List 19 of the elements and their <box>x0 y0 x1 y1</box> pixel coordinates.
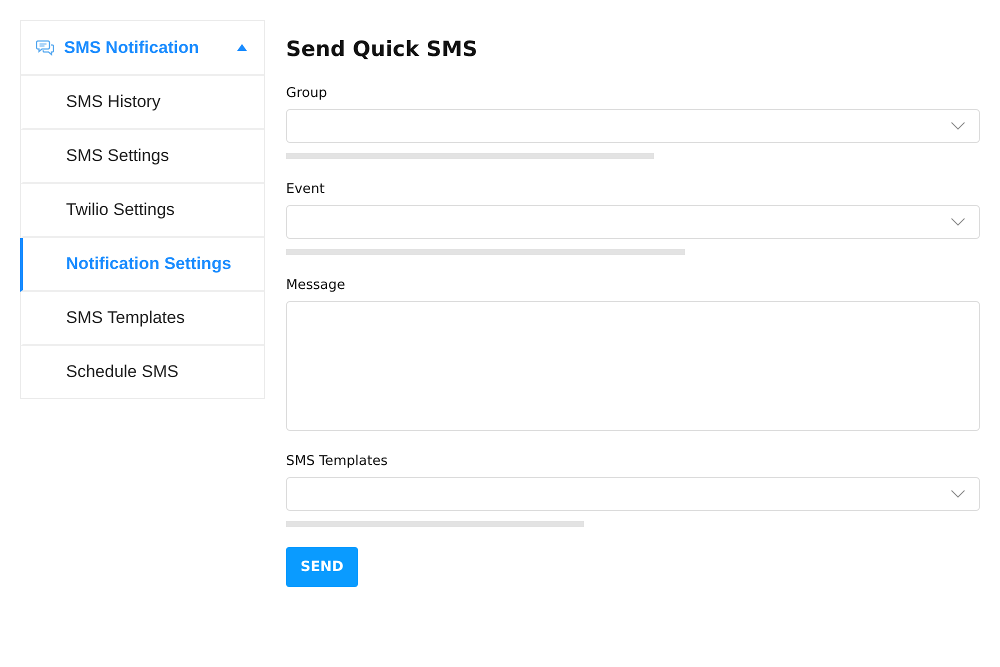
field-label: Message <box>286 276 346 295</box>
sidebar-item[interactable]: SMS Settings <box>20 130 264 184</box>
caret-icon <box>237 44 247 51</box>
field-label: Event <box>286 180 325 199</box>
select-field[interactable] <box>286 109 980 143</box>
chat-bubbles-icon <box>36 40 54 56</box>
select-field[interactable] <box>286 205 980 239</box>
chevron-down-icon <box>951 122 965 130</box>
sidebar-item[interactable]: Schedule SMS <box>20 346 264 398</box>
chevron-down-icon <box>951 490 965 498</box>
page-title: Send Quick SMS <box>286 36 479 63</box>
select-field[interactable] <box>286 477 980 511</box>
sidebar-item[interactable]: SMS History <box>20 76 264 130</box>
sidebar-item[interactable]: SMS Templates <box>20 292 264 346</box>
field-label: Group <box>286 84 328 103</box>
field-label: SMS Templates <box>286 452 388 471</box>
sidebar-item[interactable]: Twilio Settings <box>20 184 264 238</box>
chevron-down-icon <box>951 218 965 226</box>
message-textarea[interactable] <box>286 301 980 431</box>
